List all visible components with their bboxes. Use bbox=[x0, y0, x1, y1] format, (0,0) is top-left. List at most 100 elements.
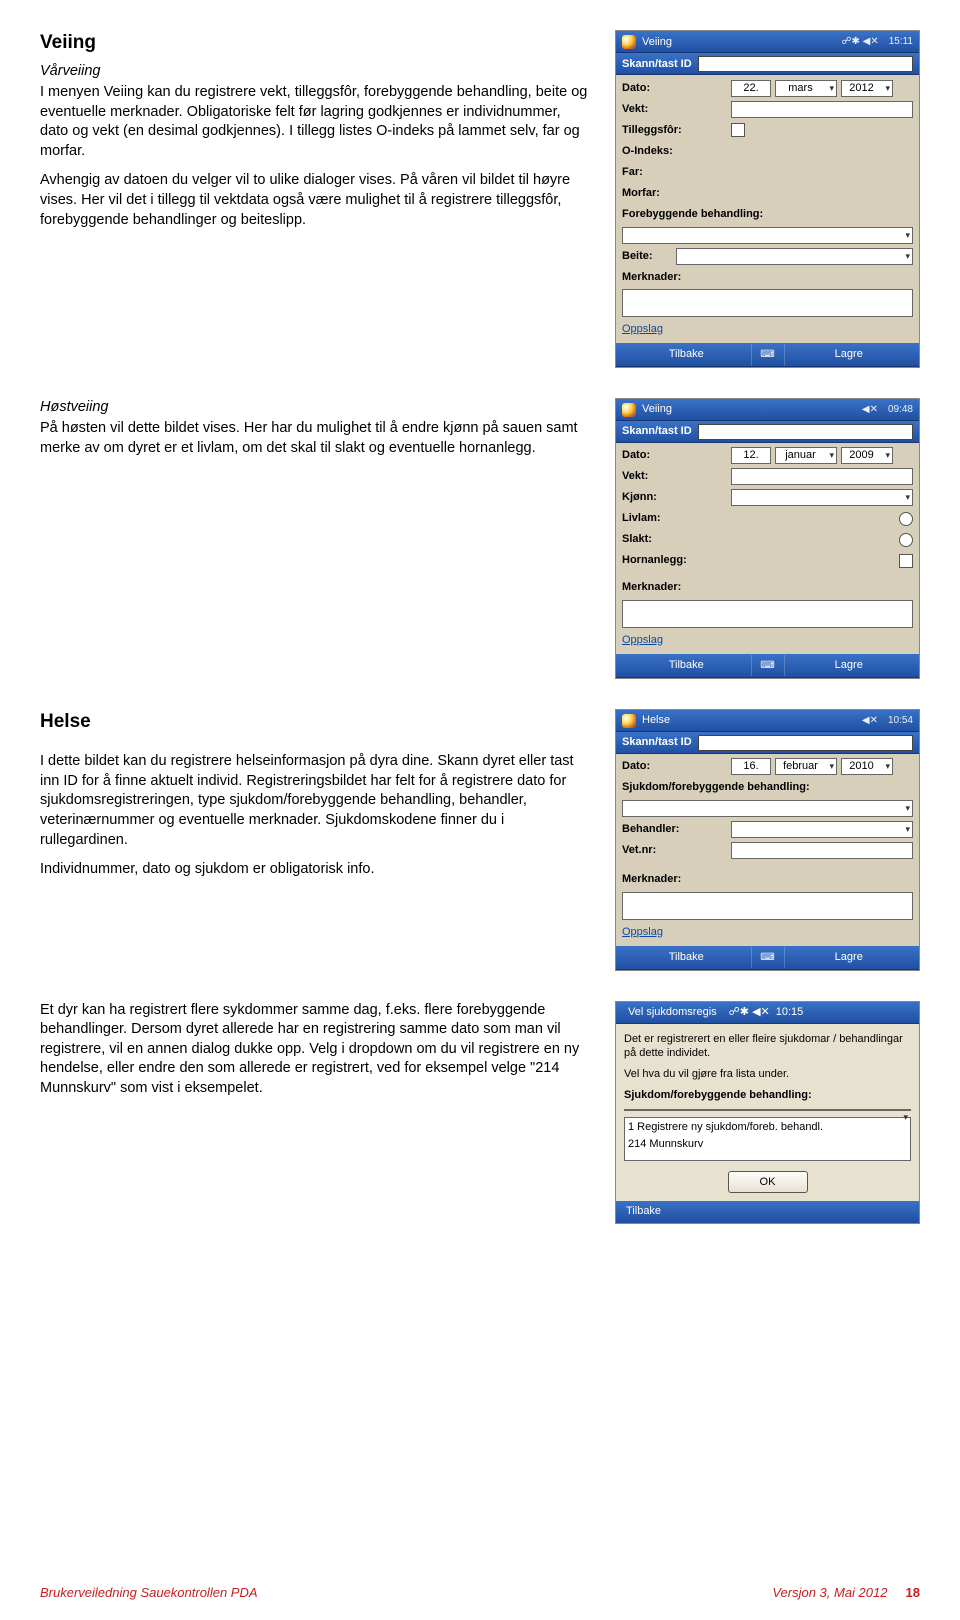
vetnr-input[interactable] bbox=[731, 842, 913, 859]
footer-page-number: 18 bbox=[906, 1585, 920, 1600]
label-sjukdom: Sjukdom/forebyggende behandling: bbox=[622, 780, 810, 795]
scan-id-label: Skann/tast ID bbox=[622, 735, 692, 750]
label-forebyggende: Forebyggende behandling: bbox=[622, 207, 763, 222]
footer-version: Versjon 3, Mai 2012 bbox=[772, 1585, 887, 1600]
lagre-button[interactable]: Lagre bbox=[785, 654, 914, 677]
windows-logo-icon bbox=[622, 403, 636, 417]
heading-helse: Helse bbox=[40, 709, 590, 735]
sjukdom-listbox[interactable]: 1 Registrere ny sjukdom/foreb. behandl. … bbox=[624, 1117, 911, 1161]
lagre-button[interactable]: Lagre bbox=[785, 946, 914, 969]
oppslag-link[interactable]: Oppslag bbox=[622, 322, 913, 337]
pda-bottombar: Tilbake ⌨ Lagre bbox=[616, 343, 919, 367]
sjukdom-dialog-dropdown[interactable] bbox=[624, 1109, 911, 1111]
label-merknader: Merknader: bbox=[622, 270, 681, 285]
vekt-input[interactable] bbox=[731, 101, 913, 118]
date-day-field[interactable]: 12. bbox=[731, 447, 771, 464]
scan-id-label: Skann/tast ID bbox=[622, 57, 692, 72]
paragraph-var-1: I menyen Veiing kan du registrere vekt, … bbox=[40, 83, 590, 161]
oppslag-link[interactable]: Oppslag bbox=[622, 633, 913, 648]
pda-title: Helse bbox=[642, 713, 670, 728]
dialog-title: Vel sjukdomsregis bbox=[628, 1005, 717, 1020]
pda-title: Veiing bbox=[642, 35, 672, 50]
keyboard-icon[interactable]: ⌨ bbox=[751, 947, 785, 969]
subhead-hostveiing: Høstveiing bbox=[40, 398, 590, 418]
dialog-text-2: Vel hva du vil gjøre fra lista under. bbox=[624, 1067, 911, 1082]
status-time: 10:54 bbox=[888, 714, 913, 728]
tilbake-button[interactable]: Tilbake bbox=[626, 1204, 661, 1219]
heading-veiing: Veiing bbox=[40, 30, 590, 56]
lagre-button[interactable]: Lagre bbox=[785, 343, 914, 366]
forebyggende-dropdown[interactable] bbox=[622, 227, 913, 244]
label-hornanlegg: Hornanlegg: bbox=[622, 553, 727, 568]
list-item[interactable]: 214 Munnskurv bbox=[628, 1137, 907, 1152]
paragraph-var-2: Avhengig av datoen du velger vil to ulik… bbox=[40, 171, 590, 230]
paragraph-host-1: På høsten vil dette bildet vises. Her ha… bbox=[40, 419, 590, 458]
date-year-dropdown[interactable]: 2009 bbox=[841, 447, 893, 464]
oppslag-link[interactable]: Oppslag bbox=[622, 925, 913, 940]
scan-id-input[interactable] bbox=[698, 735, 913, 751]
list-item[interactable]: 1 Registrere ny sjukdom/foreb. behandl. bbox=[628, 1120, 907, 1135]
scan-id-input[interactable] bbox=[698, 424, 913, 440]
tilbake-button[interactable]: Tilbake bbox=[622, 343, 751, 366]
pda-title: Veiing bbox=[642, 402, 672, 417]
keyboard-icon[interactable]: ⌨ bbox=[751, 655, 785, 677]
paragraph-helse-3: Et dyr kan ha registrert flere sykdommer… bbox=[40, 1001, 590, 1099]
keyboard-icon[interactable]: ⌨ bbox=[751, 344, 785, 366]
windows-logo-icon bbox=[622, 714, 636, 728]
slakt-radio[interactable] bbox=[899, 533, 913, 547]
label-dato: Dato: bbox=[622, 448, 727, 463]
scan-id-input[interactable] bbox=[698, 56, 913, 72]
beite-dropdown[interactable] bbox=[676, 248, 913, 265]
status-time: 15:11 bbox=[889, 35, 913, 49]
label-merknader: Merknader: bbox=[622, 872, 681, 887]
vekt-input[interactable] bbox=[731, 468, 913, 485]
status-signal-icon: ◀✕ bbox=[862, 714, 878, 728]
screenshot-hostveiing: Veiing ◀✕ 09:48 Skann/tast ID Dato: 12. … bbox=[615, 398, 920, 679]
date-year-dropdown[interactable]: 2012 bbox=[841, 80, 893, 97]
page-footer: Brukerveiledning Sauekontrollen PDA Vers… bbox=[40, 1584, 920, 1602]
merknader-textarea[interactable] bbox=[622, 600, 913, 628]
label-kjonn: Kjønn: bbox=[622, 490, 727, 505]
pda-titlebar: Veiing ☍✱ ◀✕ 15:11 bbox=[616, 31, 919, 53]
label-livlam: Livlam: bbox=[622, 511, 727, 526]
ok-button[interactable]: OK bbox=[728, 1171, 808, 1193]
screenshot-vel-sjukdom: Vel sjukdomsregis ☍✱ ◀✕ 10:15 Det er reg… bbox=[615, 1001, 920, 1224]
sjukdom-dropdown[interactable] bbox=[622, 800, 913, 817]
date-month-dropdown[interactable]: februar bbox=[775, 758, 837, 775]
label-oindeks: O-Indeks: bbox=[622, 144, 673, 159]
date-month-dropdown[interactable]: mars bbox=[775, 80, 837, 97]
status-signal-icon: ☍✱ ◀✕ bbox=[729, 1005, 770, 1020]
status-signal-icon: ☍✱ ◀✕ bbox=[841, 35, 878, 49]
status-time: 09:48 bbox=[888, 403, 913, 417]
scan-id-bar: Skann/tast ID bbox=[616, 53, 919, 75]
behandler-dropdown[interactable] bbox=[731, 821, 913, 838]
label-dato: Dato: bbox=[622, 81, 727, 96]
paragraph-helse-1: I dette bildet kan du registrere helsein… bbox=[40, 752, 590, 850]
paragraph-helse-2: Individnummer, dato og sjukdom er obliga… bbox=[40, 860, 590, 880]
label-vekt: Vekt: bbox=[622, 469, 727, 484]
status-time: 10:15 bbox=[776, 1005, 804, 1020]
screenshot-helse: Helse ◀✕ 10:54 Skann/tast ID Dato: 16. f… bbox=[615, 709, 920, 971]
footer-left: Brukerveiledning Sauekontrollen PDA bbox=[40, 1584, 258, 1602]
tilbake-button[interactable]: Tilbake bbox=[622, 946, 751, 969]
date-year-dropdown[interactable]: 2010 bbox=[841, 758, 893, 775]
hornanlegg-checkbox[interactable] bbox=[899, 554, 913, 568]
tilbake-button[interactable]: Tilbake bbox=[622, 654, 751, 677]
label-beite: Beite: bbox=[622, 249, 672, 264]
merknader-textarea[interactable] bbox=[622, 289, 913, 317]
label-morfar: Morfar: bbox=[622, 186, 660, 201]
tilleggsfor-checkbox[interactable] bbox=[731, 123, 745, 137]
date-day-field[interactable]: 22. bbox=[731, 80, 771, 97]
status-signal-icon: ◀✕ bbox=[862, 403, 878, 417]
label-tilleggsfor: Tilleggsfôr: bbox=[622, 123, 727, 138]
label-vetnr: Vet.nr: bbox=[622, 843, 727, 858]
kjonn-dropdown[interactable] bbox=[731, 489, 913, 506]
date-day-field[interactable]: 16. bbox=[731, 758, 771, 775]
scan-id-label: Skann/tast ID bbox=[622, 424, 692, 439]
screenshot-varveiing: Veiing ☍✱ ◀✕ 15:11 Skann/tast ID Dato: 2… bbox=[615, 30, 920, 368]
label-sjukdom-dialog: Sjukdom/forebyggende behandling: bbox=[624, 1088, 911, 1103]
date-month-dropdown[interactable]: januar bbox=[775, 447, 837, 464]
livlam-radio[interactable] bbox=[899, 512, 913, 526]
merknader-textarea[interactable] bbox=[622, 892, 913, 920]
label-behandler: Behandler: bbox=[622, 822, 727, 837]
